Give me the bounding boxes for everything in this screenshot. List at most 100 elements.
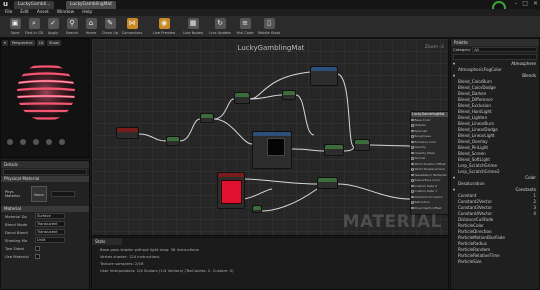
maximize-icon[interactable]: □: [522, 0, 528, 9]
pin-label: Refraction: [414, 200, 430, 205]
pin-connector-icon[interactable]: [411, 118, 414, 121]
connectors-button[interactable]: ⋈ Connectors: [119, 17, 145, 37]
pin-label: Tessellation Multiplier: [414, 172, 447, 177]
pin-connector-icon[interactable]: [411, 129, 414, 132]
pin-connector-icon[interactable]: [411, 151, 414, 154]
pin-connector-icon[interactable]: [411, 168, 414, 171]
menu-edit[interactable]: Edit: [20, 9, 29, 16]
lerp-node[interactable]: [324, 144, 344, 156]
live-preview-button[interactable]: ◉ Live Preview: [151, 17, 177, 37]
pin-label: Pixel Depth Offset: [414, 205, 442, 210]
constant-node[interactable]: [252, 205, 262, 213]
shading-model-dropdown[interactable]: Unlit: [35, 237, 65, 243]
viewport-menu-button[interactable]: ▾: [2, 40, 8, 46]
result-node-title: LuckyGamblingMat: [411, 112, 448, 117]
menu-asset[interactable]: Asset: [37, 9, 49, 16]
hlsl-code-button[interactable]: ≡ Hlsl Code: [232, 17, 258, 37]
multiply-node[interactable]: [200, 113, 214, 123]
phys-material-thumbnail[interactable]: None: [31, 186, 47, 202]
live-nodes-icon: ▦: [187, 18, 199, 29]
pin-connector-icon[interactable]: [411, 135, 414, 138]
result-pin[interactable]: Pixel Depth Offset: [411, 205, 448, 211]
palette-item-label: Color: [525, 175, 536, 180]
blend-mode-dropdown[interactable]: Translucent: [35, 221, 65, 227]
viewport-shape-buttons: [7, 139, 65, 145]
preview-viewport[interactable]: ▾ Perspective Lit Show: [0, 38, 90, 158]
palette-item-shortcut: 4: [533, 211, 536, 216]
decal-blend-dropdown[interactable]: Translucent: [35, 229, 65, 235]
live-update-label: Live Update: [209, 31, 231, 35]
document-tab[interactable]: LuckyGambli...: [14, 1, 55, 9]
phys-material-dropdown[interactable]: [51, 191, 75, 197]
pin-connector-icon[interactable]: [411, 146, 414, 149]
plane-shape-icon[interactable]: [33, 139, 39, 145]
pin-connector-icon[interactable]: [411, 201, 414, 204]
material-result-node[interactable]: LuckyGamblingMat Base Color Metallic Specu…: [410, 111, 448, 215]
live-update-button[interactable]: ↻ Live Update: [207, 17, 233, 37]
close-icon[interactable]: ✕: [533, 0, 538, 9]
pin-connector-icon[interactable]: [411, 206, 414, 209]
pin-connector-icon[interactable]: [411, 173, 414, 176]
cylinder-shape-icon[interactable]: [7, 139, 13, 145]
connectors-icon: ⋈: [126, 18, 138, 29]
connectors-label: Connectors: [121, 31, 143, 35]
lit-button[interactable]: Lit: [36, 40, 46, 46]
details-search-input[interactable]: [3, 169, 87, 175]
pin-connector-icon[interactable]: [411, 157, 414, 160]
save-icon: ▣: [9, 18, 21, 29]
menu-help[interactable]: Help: [82, 9, 92, 16]
pin-connector-icon[interactable]: [411, 184, 414, 187]
texture-sample-node[interactable]: [252, 131, 292, 169]
smoothstep-node[interactable]: [310, 66, 338, 86]
pin-label: Custom Data 0: [414, 183, 437, 188]
palette-search-input[interactable]: [453, 54, 537, 60]
multiply-node-2[interactable]: [354, 139, 370, 151]
use-material-checkbox[interactable]: [35, 253, 40, 259]
teapot-shape-icon[interactable]: [59, 139, 65, 145]
mobile-stats-button[interactable]: ▯ Mobile Stats: [256, 17, 282, 37]
pin-label: Custom Data 1: [414, 189, 437, 194]
show-button[interactable]: Show: [47, 40, 61, 46]
perspective-button[interactable]: Perspective: [9, 40, 35, 46]
result-pin[interactable]: Tessellation Multiplier: [411, 172, 448, 178]
result-pin[interactable]: World Displacement: [411, 167, 448, 173]
decal-blend-row: Decal Blend Translucent: [1, 228, 89, 236]
material-domain-dropdown[interactable]: Surface: [35, 213, 65, 219]
pin-connector-icon[interactable]: [411, 124, 414, 127]
stat-line: Base pass shader without light map: 36 i…: [100, 247, 199, 252]
palette-item[interactable]: ParticleSize: [451, 259, 539, 265]
result-pin[interactable]: World Position Offset: [411, 161, 448, 167]
pin-connector-icon[interactable]: [411, 179, 414, 182]
add-node[interactable]: [234, 92, 250, 104]
two-sided-checkbox[interactable]: [35, 245, 40, 251]
palette-tab[interactable]: Palette: [451, 39, 539, 46]
pin-connector-icon[interactable]: [411, 140, 414, 143]
details-tab[interactable]: Details: [1, 161, 89, 168]
broom-icon: ✎: [104, 18, 116, 29]
live-preview-icon: ◉: [158, 18, 170, 29]
minimize-icon[interactable]: –: [514, 0, 517, 9]
menu-window[interactable]: Window: [57, 9, 74, 16]
palette-panel: Palette Category All ▾ Atmosphere Atmosphe…: [450, 38, 540, 290]
sine-node[interactable]: [166, 136, 180, 146]
one-minus-node[interactable]: [282, 90, 296, 100]
live-nodes-button[interactable]: ▦ Live Nodes: [180, 17, 206, 37]
hlsl-code-label: Hlsl Code: [236, 31, 254, 35]
time-node[interactable]: [116, 127, 139, 139]
pin-connector-icon[interactable]: [411, 195, 414, 198]
material-graph[interactable]: LuckyGamblingMat Zoom -2 LuckyGamblingMa…: [91, 38, 449, 236]
sphere-shape-icon[interactable]: [20, 139, 26, 145]
menu-bar: File Edit Asset Window Help: [0, 9, 540, 16]
multiply-node-3[interactable]: [317, 177, 338, 189]
pin-connector-icon[interactable]: [411, 162, 414, 165]
cube-shape-icon[interactable]: [46, 139, 52, 145]
menu-file[interactable]: File: [5, 9, 12, 16]
code-icon: ≡: [239, 18, 251, 29]
document-tab-active[interactable]: LuckyGamblingMat: [66, 1, 116, 9]
stats-tab[interactable]: Stats: [92, 238, 122, 245]
color-parameter-node[interactable]: [217, 172, 245, 209]
pin-connector-icon[interactable]: [411, 190, 414, 193]
window-controls: – □ ✕: [514, 0, 538, 9]
category-dropdown[interactable]: All: [472, 47, 537, 52]
pin-label: Roughness: [414, 134, 431, 139]
